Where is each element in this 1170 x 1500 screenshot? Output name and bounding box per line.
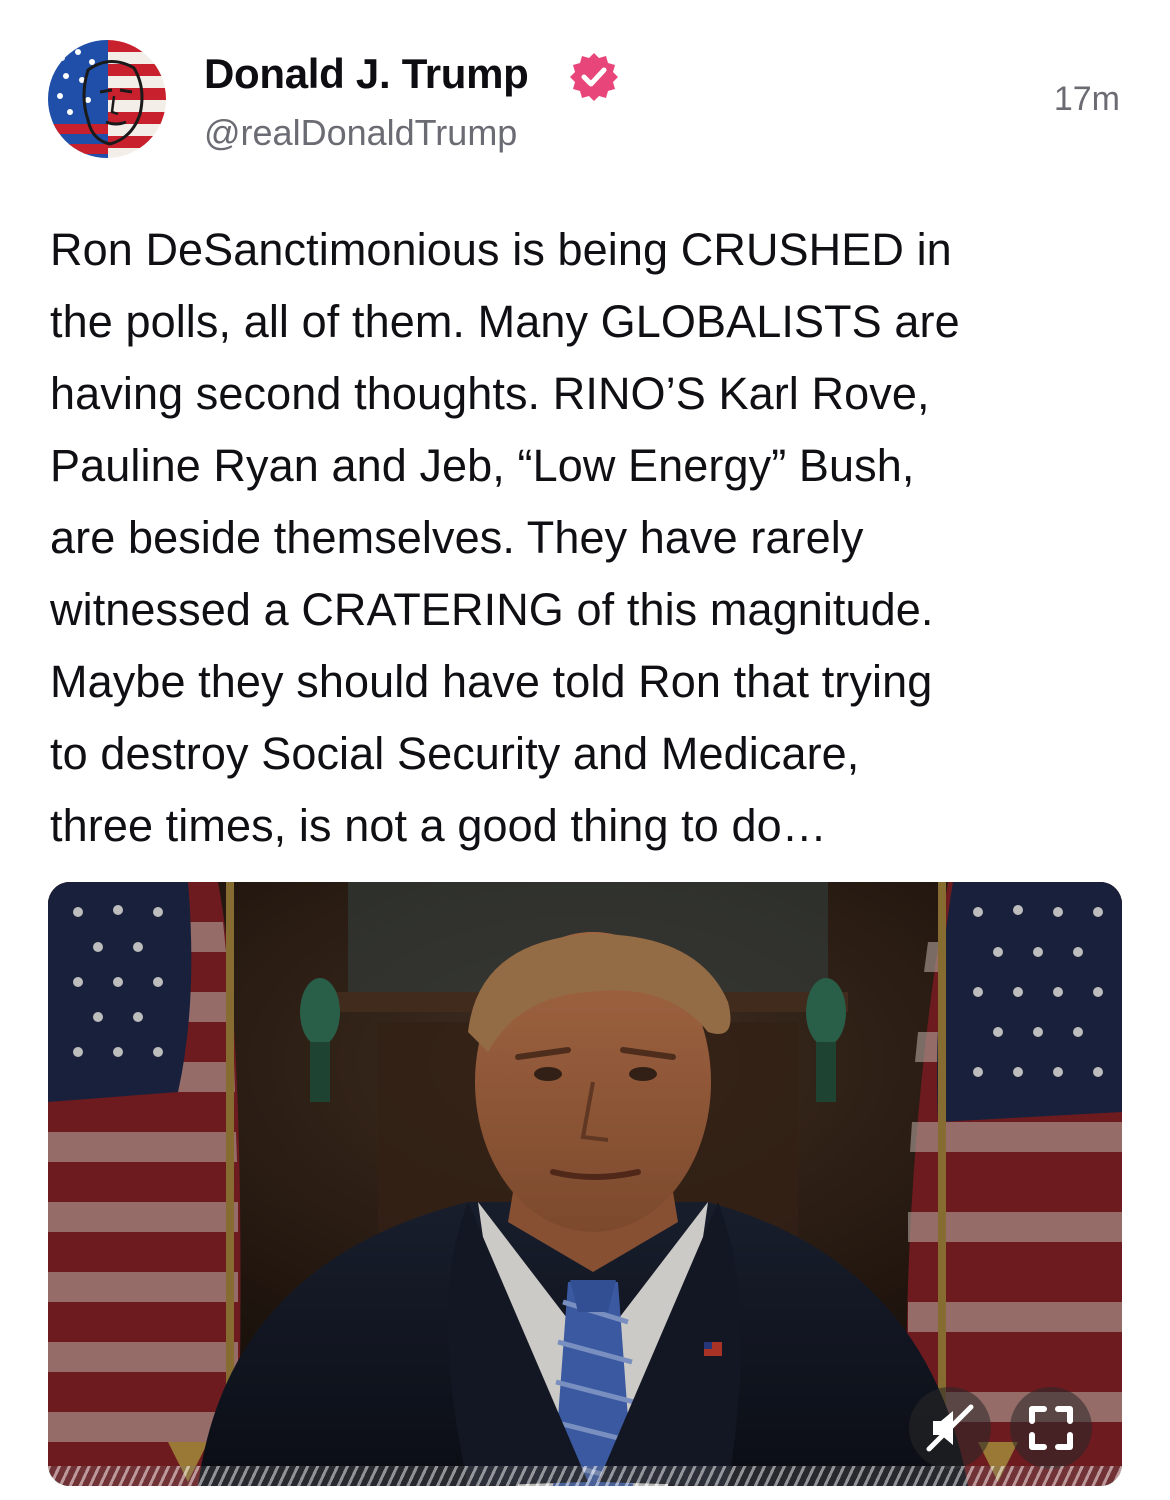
post-text-line: are beside themselves. They have rarely [50,512,864,563]
mute-icon [926,1404,974,1452]
post-text-line: Maybe they should have told Ron that try… [50,656,933,707]
post-text-line: Pauline Ryan and Jeb, “Low Energy” Bush, [50,440,915,491]
fullscreen-button[interactable] [1010,1387,1092,1469]
post-card: Donald J. Trump @realDonaldTrump 17m Ron… [0,0,1170,1500]
post-text-line: the polls, all of them. Many GLOBALISTS … [50,296,960,347]
avatar-image [48,40,166,158]
post-text-line: Ron DeSanctimonious is being CRUSHED in [50,224,952,275]
post-text-line: witnessed a CRATERING of this magnitude. [50,584,934,635]
verified-badge-icon [570,53,618,101]
mute-button[interactable] [909,1387,991,1469]
post-timestamp: 17m [1053,80,1120,118]
post-text-line: to destroy Social Security and Medicare, [50,728,860,779]
post-text-line: three times, is not a good thing to do… [50,800,827,851]
author-name[interactable]: Donald J. Trump [204,46,529,102]
post-text-line: having second thoughts. RINO’S Karl Rove… [50,368,930,419]
post-body: Ron DeSanctimonious is being CRUSHED in … [50,214,1130,862]
author-avatar[interactable] [48,40,166,158]
author-handle[interactable]: @realDonaldTrump [204,108,517,158]
fullscreen-icon [1029,1406,1073,1450]
video-progress-bar[interactable] [48,1466,1122,1486]
